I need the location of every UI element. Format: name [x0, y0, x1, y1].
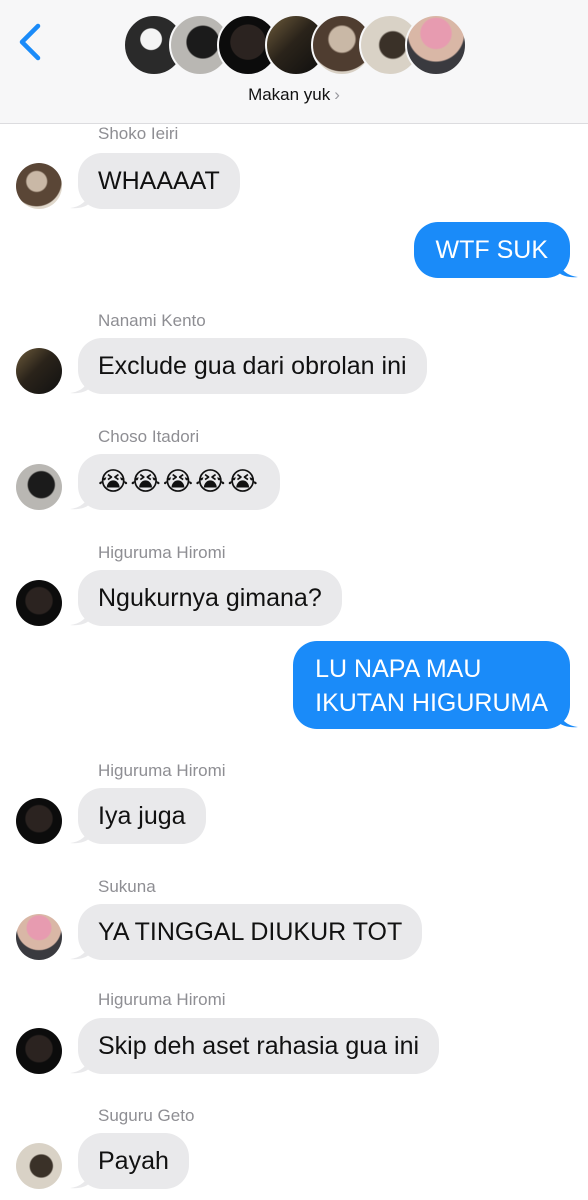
message-text: WTF SUK	[435, 236, 549, 264]
sender-name: Choso Itadori	[98, 427, 200, 446]
avatar	[16, 798, 62, 844]
sender-name: Suguru Geto	[98, 1106, 195, 1125]
chevron-right-icon: ›	[334, 85, 340, 104]
message-bubble[interactable]: Iya juga	[78, 788, 206, 844]
message-text: Exclude gua dari obrolan ini	[98, 352, 407, 380]
group-avatars[interactable]	[123, 14, 467, 78]
message-text: Skip deh aset rahasia gua ini	[98, 1032, 420, 1060]
message-text: Ngukurnya gimana?	[98, 584, 322, 612]
avatar	[16, 1028, 62, 1074]
group-name[interactable]: Makan yuk ›	[0, 85, 588, 105]
sender-name: Nanami Kento	[98, 311, 206, 330]
message-bubble[interactable]: YA TINGGAL DIUKUR TOT	[78, 904, 423, 960]
avatar	[16, 580, 62, 626]
message-text: Payah	[98, 1147, 169, 1175]
avatar	[16, 163, 62, 209]
sender-name: Higuruma Hiromi	[98, 990, 226, 1009]
message-bubble[interactable]: Payah	[78, 1133, 189, 1189]
message-text: WHAAAAT	[98, 167, 220, 195]
sender-name: Shoko Ieiri	[98, 124, 179, 143]
message-text: YA TINGGAL DIUKUR TOT	[98, 918, 403, 946]
message-bubble[interactable]: Exclude gua dari obrolan ini	[78, 338, 427, 394]
message-bubble[interactable]: Ngukurnya gimana?	[78, 570, 342, 626]
chat-header: Makan yuk ›	[0, 0, 588, 124]
message-bubble[interactable]: LU NAPA MAU IKUTAN HIGURUMA	[293, 641, 570, 729]
avatar	[16, 464, 62, 510]
avatar	[16, 348, 62, 394]
chevron-left-icon[interactable]	[14, 22, 48, 62]
sender-name: Sukuna	[98, 877, 156, 896]
message-bubble[interactable]: WHAAAAT	[78, 153, 240, 209]
message-text: Iya juga	[98, 802, 186, 830]
message-text: 😭😭😭😭😭	[98, 467, 260, 497]
message-bubble[interactable]: 😭😭😭😭😭	[78, 454, 280, 510]
message-text-line: IKUTAN HIGURUMA	[315, 689, 548, 717]
avatar	[16, 914, 62, 960]
sender-name: Higuruma Hiromi	[98, 543, 226, 562]
avatar	[405, 14, 467, 76]
avatar	[16, 1143, 62, 1189]
message-bubble[interactable]: Skip deh aset rahasia gua ini	[78, 1018, 440, 1074]
message-bubble[interactable]: WTF SUK	[413, 222, 570, 278]
sender-name: Higuruma Hiromi	[98, 761, 226, 780]
group-name-label: Makan yuk	[248, 85, 331, 104]
message-text-line: LU NAPA MAU	[315, 655, 482, 683]
